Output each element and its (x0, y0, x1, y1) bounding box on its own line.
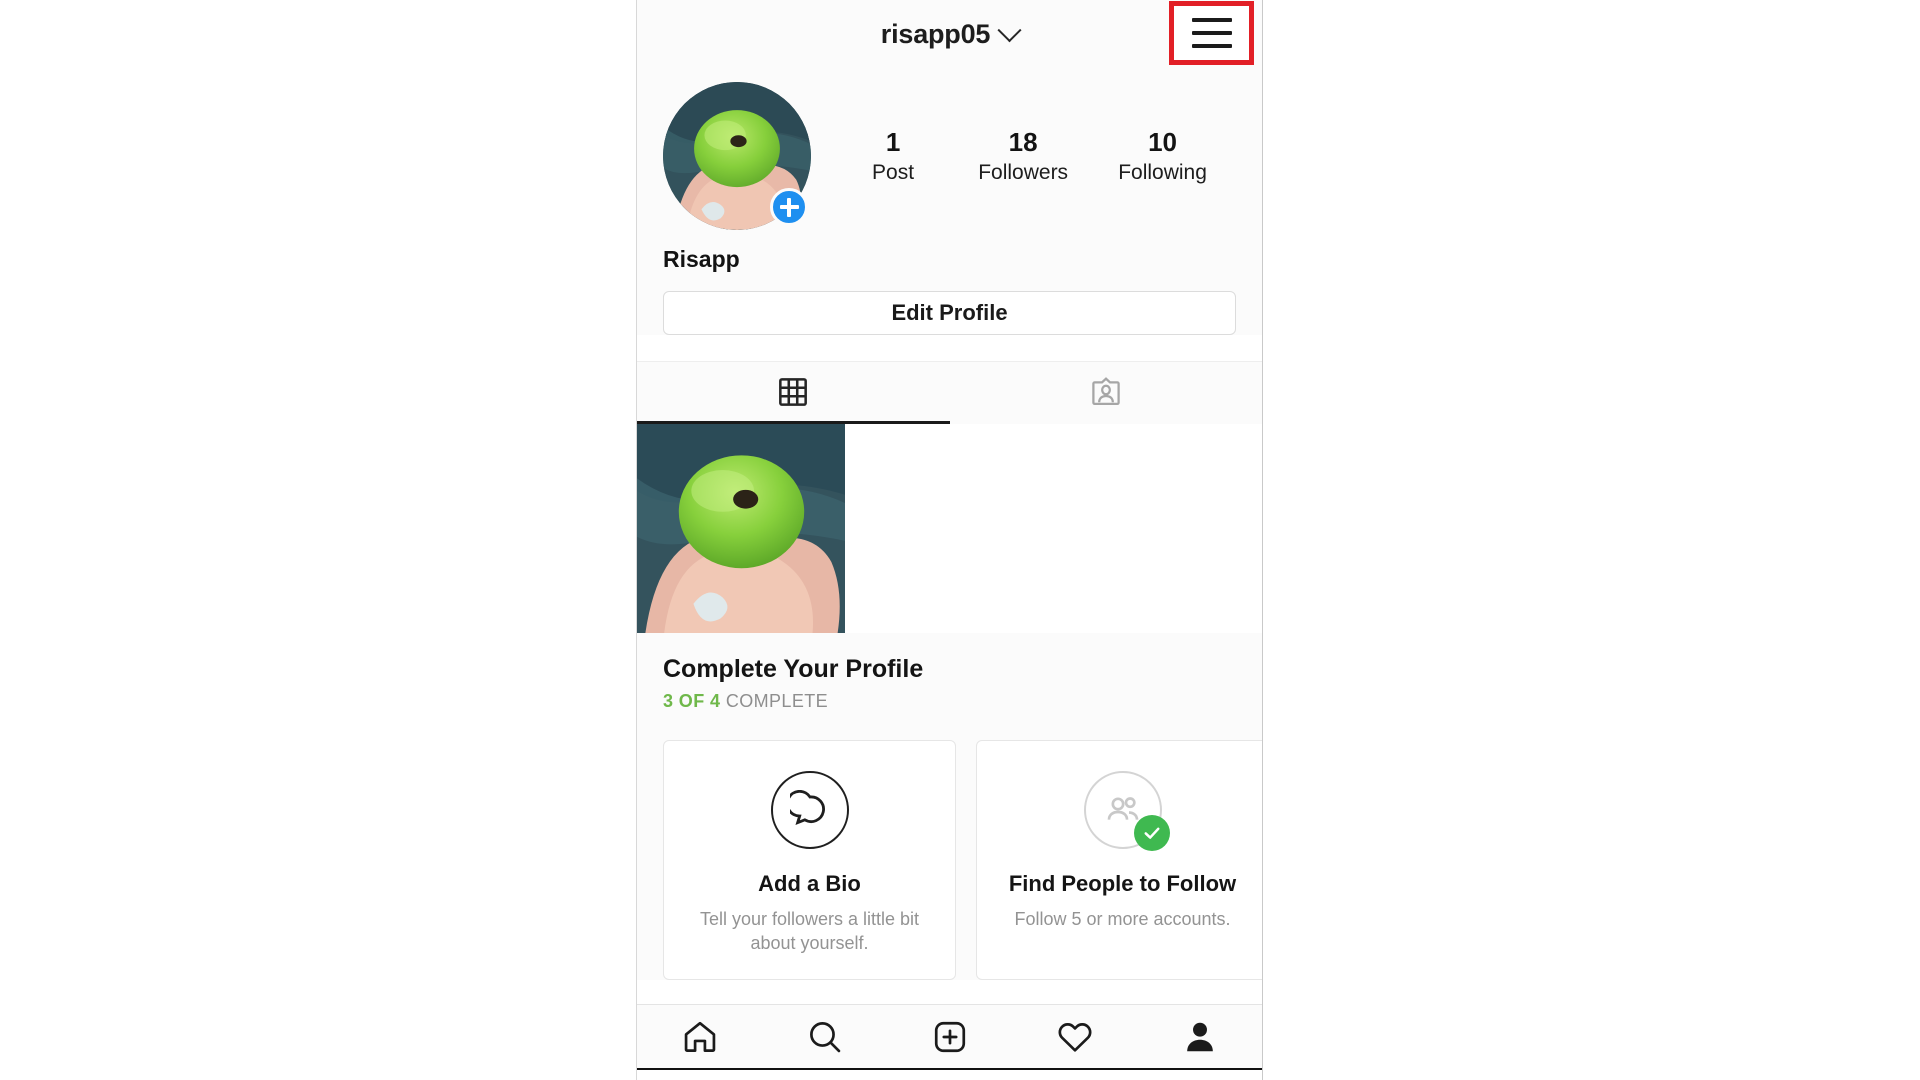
followers-label: Followers (978, 160, 1069, 184)
complete-profile-cards: Add a Bio Tell your followers a little b… (663, 740, 1262, 980)
grid-icon (779, 377, 808, 406)
top-app-bar: risapp05 (637, 0, 1262, 68)
avatar-container[interactable] (663, 82, 811, 230)
complete-profile-progress: 3 OF 4 COMPLETE (663, 691, 1236, 712)
add-to-story-button[interactable] (770, 188, 808, 226)
check-icon (1144, 827, 1159, 839)
nav-create[interactable] (910, 1005, 990, 1068)
bottom-navigation-bar (637, 1004, 1262, 1068)
hamburger-menu-icon (1191, 18, 1232, 48)
nav-profile[interactable] (1160, 1005, 1240, 1068)
card-icon-container (1083, 771, 1170, 851)
following-count: 10 (1148, 127, 1178, 158)
profile-tabs (637, 361, 1262, 424)
complete-profile-title: Complete Your Profile (663, 655, 924, 683)
hamburger-menu-button[interactable] (1169, 1, 1254, 65)
complete-profile-section: Complete Your Profile 3 OF 4 COMPLETE Ad… (637, 633, 1262, 980)
username-label: risapp05 (880, 18, 991, 49)
plus-square-icon (934, 1021, 965, 1052)
post-thumbnail[interactable] (637, 424, 846, 633)
progress-done: 3 OF 4 (663, 691, 721, 711)
nav-search[interactable] (785, 1005, 865, 1068)
nav-activity[interactable] (1035, 1005, 1115, 1068)
card-title: Find People to Follow (1008, 871, 1237, 896)
stat-followers[interactable]: 18 Followers (978, 126, 1068, 186)
grid-empty-cell (845, 424, 1054, 633)
stat-posts[interactable]: 1 Post (858, 126, 928, 186)
card-icon-container (770, 771, 849, 849)
chevron-down-icon (997, 17, 1022, 42)
person-card-icon (1092, 376, 1120, 405)
posts-count: 1 (885, 127, 901, 158)
progress-rest: COMPLETE (725, 691, 829, 711)
home-indicator (637, 1068, 1262, 1080)
phone-screen: risapp05 1 Post 18 Followers 10 Followin… (636, 0, 1263, 1080)
profile-header: 1 Post 18 Followers 10 Following (637, 68, 1262, 230)
card-find-people-to-follow[interactable]: Find People to Follow Follow 5 or more a… (976, 740, 1262, 980)
stat-following[interactable]: 10 Following (1118, 126, 1207, 186)
card-subtitle: Follow 5 or more accounts. (1014, 909, 1231, 929)
nav-home[interactable] (660, 1005, 740, 1068)
profile-stats: 1 Post 18 Followers 10 Following (811, 126, 1236, 186)
card-completed-check (1133, 815, 1170, 851)
post-image (637, 424, 846, 633)
post-grid (637, 424, 1262, 633)
card-icon-circle (770, 771, 849, 849)
username-dropdown-button[interactable]: risapp05 (880, 17, 1022, 50)
person-filled-icon (1186, 1022, 1213, 1051)
card-add-a-bio[interactable]: Add a Bio Tell your followers a little b… (663, 740, 956, 980)
heart-icon (1058, 1022, 1091, 1052)
edit-profile-button[interactable]: Edit Profile (663, 291, 1236, 335)
tab-tagged[interactable] (950, 362, 1263, 424)
grid-empty-cell (1053, 424, 1262, 633)
following-label: Following (1118, 160, 1207, 184)
search-icon (809, 1021, 840, 1052)
tab-grid[interactable] (637, 362, 950, 424)
card-title: Add a Bio (758, 871, 861, 896)
posts-label: Post (872, 160, 915, 184)
edit-profile-container: Edit Profile (637, 273, 1262, 335)
card-subtitle: Tell your followers a little bit about y… (699, 909, 920, 954)
followers-count: 18 (1008, 127, 1038, 158)
display-name: Risapp (637, 230, 1262, 273)
speech-bubble-icon (789, 790, 825, 826)
home-icon (684, 1021, 715, 1052)
